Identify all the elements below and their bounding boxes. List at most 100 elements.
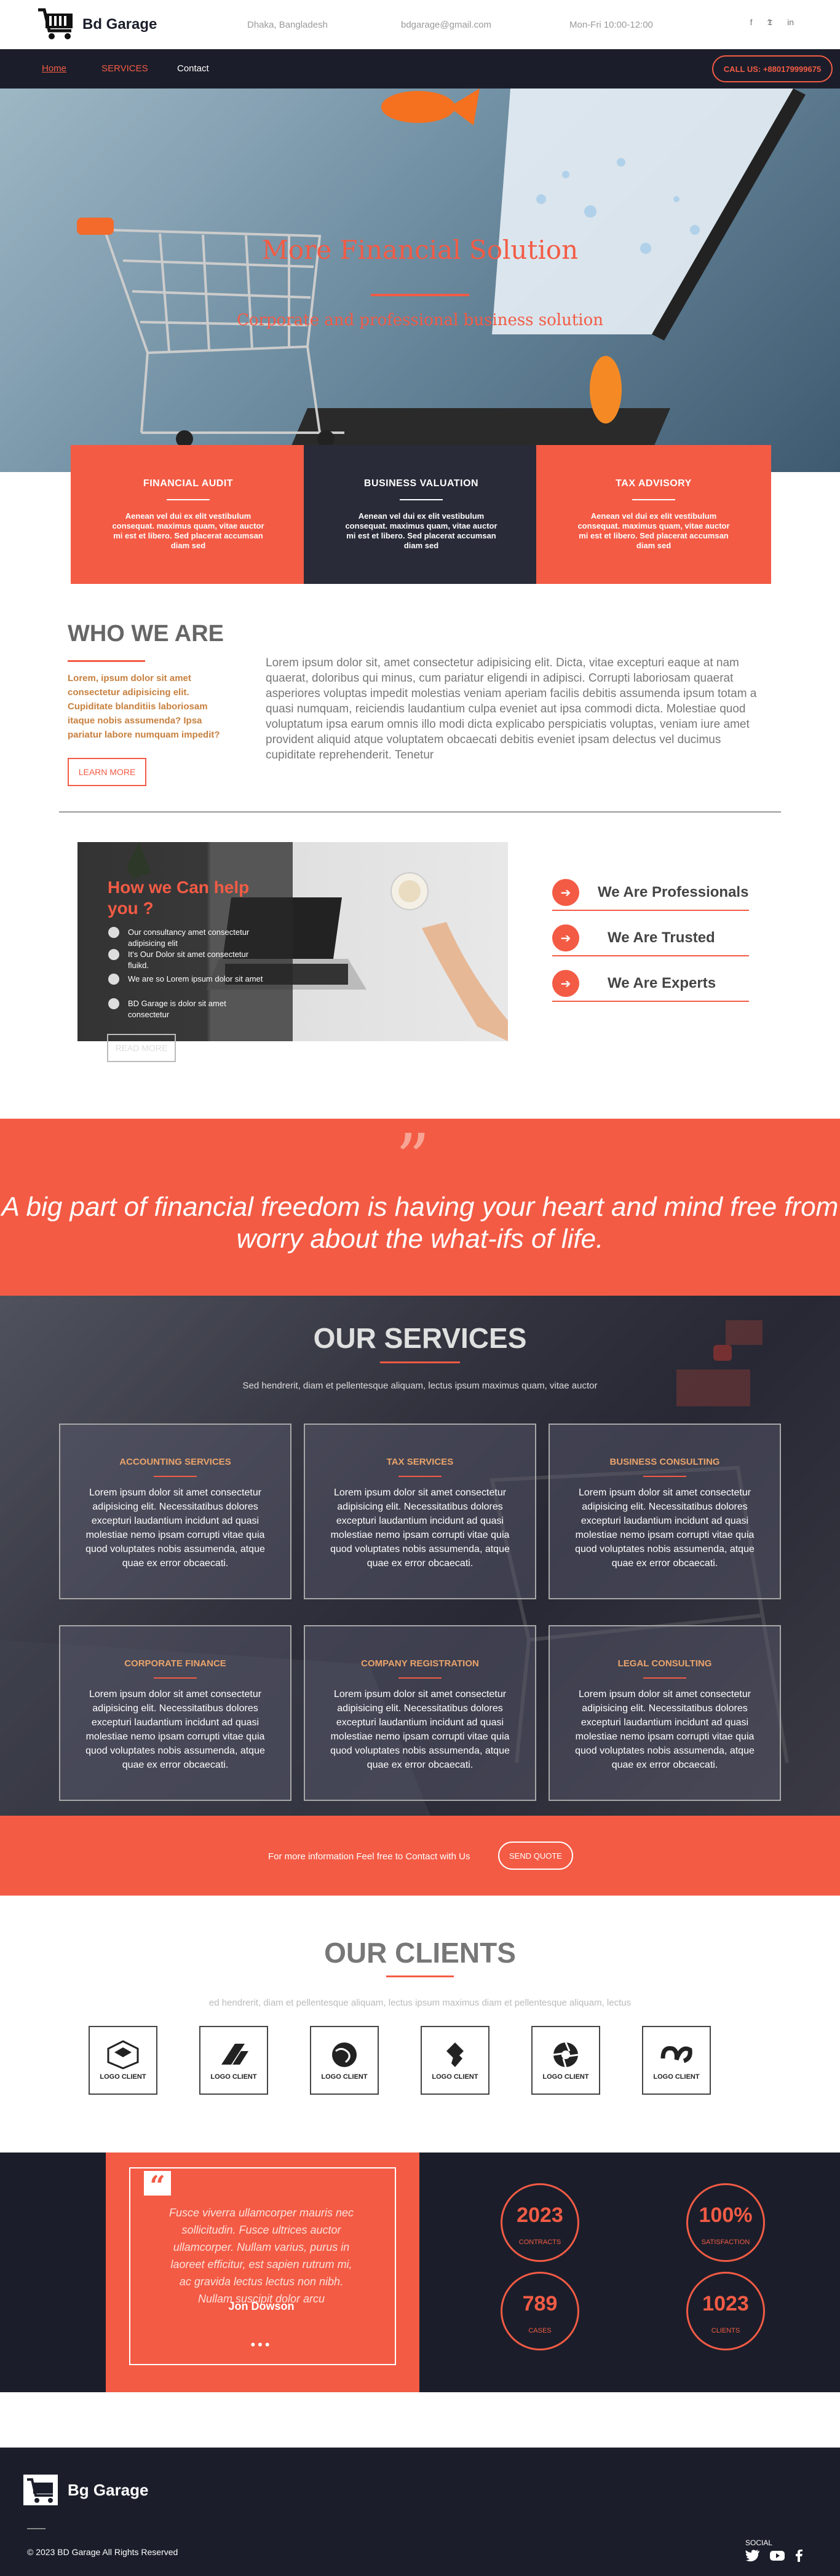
feature-title: BUSINESS VALUATION [363,478,479,489]
section-divider [59,811,781,813]
brand-name: Bd Garage [82,16,157,33]
feature-divider [400,499,443,500]
service-card-tax[interactable]: TAX SERVICES Lorem ipsum dolor sit amet c… [304,1424,536,1599]
testimonial-text: Fusce viverra ullamcorper mauris nec sol… [168,2207,354,2305]
nav-contact[interactable]: Contact [177,63,209,74]
feature-text: Aenean vel dui ex elit vestibulum conseq… [112,511,264,550]
nav-home[interactable]: Home [42,63,66,74]
quote-band: ” A big part of financial freedom is hav… [0,1119,840,1296]
service-card-registration[interactable]: COMPANY REGISTRATION Lorem ipsum dolor si… [304,1625,536,1801]
quote-mark-icon: ” [395,1119,430,1198]
top-social: f 𝕿 in [750,17,794,28]
stat-cases: 789 CASES [501,2272,579,2350]
help-list-item: BD Garage is dolor sit amet consectetur [108,998,268,1020]
footer-brand-name: Bg Garage [68,2480,149,2499]
location-text: Dhaka, Bangladesh [247,20,328,30]
service-title: CORPORATE FINANCE [124,1658,226,1669]
stat-satisfaction: 100% SATISFACTION [686,2183,765,2262]
feature-title: TAX ADVISORY [616,478,692,489]
send-quote-button[interactable]: SEND QUOTE [498,1841,573,1870]
arrow-circle-icon: ➔ [552,924,579,951]
brand-logo[interactable]: Bd Garage [37,7,157,42]
twitter-icon[interactable] [745,2550,760,2562]
service-text: Lorem ipsum dolor sit amet consectetur a… [85,1689,265,1770]
client-logo[interactable]: LOGO CLIENT [531,2026,600,2095]
client-logo[interactable]: LOGO CLIENT [199,2026,268,2095]
diamond-logo-icon [446,2042,464,2067]
footer-divider [27,2528,46,2529]
service-text: Lorem ipsum dolor sit amet consectetur a… [330,1487,510,1569]
clients-title: OUR CLIENTS [324,1937,516,1969]
client-logo[interactable]: LOGO CLIENT [310,2026,379,2095]
quote-text: A big part of financial freedom is havin… [1,1192,839,1254]
cta-text: For more information Feel free to Contac… [268,1851,470,1862]
read-more-button[interactable]: READ MORE [107,1034,176,1062]
top-bar: Bd Garage Dhaka, Bangladesh bdgarage@gma… [0,0,840,49]
service-card-legal[interactable]: LEGAL CONSULTING Lorem ipsum dolor sit am… [549,1625,781,1801]
client-logo[interactable]: LOGO CLIENT [421,2026,489,2095]
feature-card-valuation[interactable]: BUSINESS VALUATION Aenean vel dui ex eli… [304,445,539,584]
quote-icon: “ [144,2171,171,2202]
linkedin-icon[interactable]: in [787,17,794,28]
tag-experts: ➔ We Are Experts [552,966,749,1002]
service-title: ACCOUNTING SERVICES [119,1457,231,1467]
service-divider [398,1476,442,1477]
copyright-text: © 2023 BD Garage All Rights Reserved [27,2547,178,2557]
learn-more-button[interactable]: LEARN MORE [68,758,146,786]
carousel-dots[interactable]: ••• [166,2337,357,2353]
footer-social [745,2550,803,2562]
feature-text: Aenean vel dui ex elit vestibulum conseq… [577,511,730,550]
service-card-accounting[interactable]: ACCOUNTING SERVICES Lorem ipsum dolor sit… [59,1424,291,1599]
who-we-are-title: WHO WE ARE [68,621,224,647]
bullet-icon [108,998,119,1009]
help-list-item: We are so Lorem ipsum dolor sit amet [108,974,268,985]
hero-title: More Financial Solution [261,235,579,265]
hero-subtitle: Corporate and professional business solu… [236,311,604,329]
social-label: SOCIAL [745,2539,773,2547]
facebook-icon[interactable]: f [750,17,753,28]
service-text: Lorem ipsum dolor sit amet consectetur a… [575,1689,755,1770]
clients-subtitle: ed hendrerit, diam et pellentesque aliqu… [208,1998,632,2008]
stat-contracts: 2023 CONTRACTS [501,2183,579,2262]
hero-banner: More Financial Solution Corporate and pr… [0,89,840,472]
bullet-icon [108,974,119,985]
footer-logo[interactable]: Bg Garage [23,2475,149,2505]
client-logo[interactable]: LOGO CLIENT [89,2026,157,2095]
facebook-icon[interactable] [794,2550,803,2562]
feature-card-audit[interactable]: FINANCIAL AUDIT Aenean vel dui ex elit v… [71,445,306,584]
who-divider [68,660,145,662]
call-us-button[interactable]: CALL US: +880179999675 [712,55,833,82]
cart-logo-icon [38,8,73,39]
wing-logo-icon [221,2044,248,2065]
twitter-icon[interactable]: 𝕿 [767,17,772,28]
cart-logo-icon [23,2475,58,2505]
services-title: OUR SERVICES [313,1322,527,1354]
service-card-business[interactable]: BUSINESS CONSULTING Lorem ipsum dolor sit… [549,1424,781,1599]
who-body-text: Lorem ipsum dolor sit, amet consectetur … [266,656,757,762]
hours-text: Mon-Fri 10:00-12:00 [569,20,653,30]
service-text: Lorem ipsum dolor sit amet consectetur a… [575,1487,755,1569]
testimonial-card: “ Fusce viverra ullamcorper mauris nec s… [106,2153,419,2392]
email-text[interactable]: bdgarage@gmail.com [401,20,491,30]
clients-divider [386,1975,454,1977]
nav-services[interactable]: SERVICES [101,63,148,74]
hero-image [77,89,806,451]
feature-card-tax[interactable]: TAX ADVISORY Aenean vel dui ex elit vest… [536,445,771,584]
service-title: LEGAL CONSULTING [617,1658,712,1669]
contact-cta-band: For more information Feel free to Contac… [0,1816,840,1896]
help-list-item: Our consultancy amet consectetur adipisi… [108,927,268,949]
services-subtitle: Sed hendrerit, diam et pellentesque aliq… [242,1381,598,1391]
service-card-corporate[interactable]: CORPORATE FINANCE Lorem ipsum dolor sit a… [59,1625,291,1801]
service-divider [398,1677,442,1679]
service-divider [154,1677,197,1679]
stat-clients: 1023 CLIENTS [686,2272,765,2350]
feature-divider [632,499,675,500]
feature-title: FINANCIAL AUDIT [143,478,234,489]
hero-divider [371,294,469,296]
client-logo[interactable]: LOGO CLIENT [642,2026,711,2095]
who-side-text: Lorem, ipsum dolor sit amet consectetur … [68,673,220,740]
service-title: TAX SERVICES [386,1457,454,1467]
youtube-icon[interactable] [770,2550,785,2562]
tag-professionals: ➔ We Are Professionals [552,875,749,911]
testimonial-author: Jon Dowson [228,2300,295,2312]
